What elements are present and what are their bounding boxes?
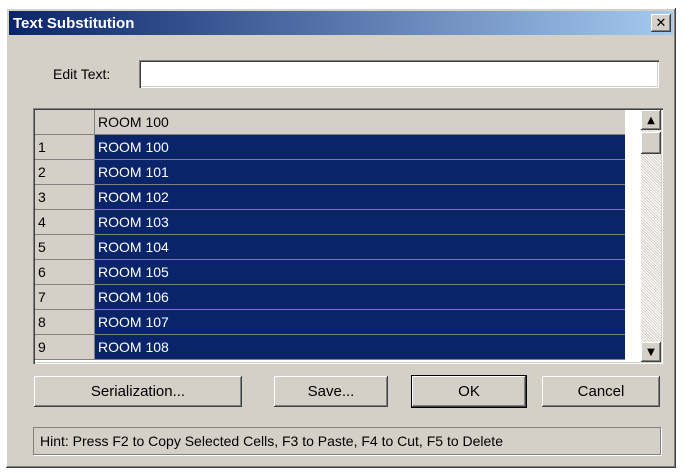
value-cell[interactable]: ROOM 100 (95, 135, 625, 159)
row-header-cell[interactable]: 1 (35, 135, 95, 159)
table-row[interactable]: 8 ROOM 107 (35, 310, 625, 335)
vertical-scrollbar[interactable]: ▲ ▼ (641, 110, 661, 362)
window-title: Text Substitution (13, 14, 135, 32)
save-button[interactable]: Save... (274, 376, 388, 407)
row-header-cell[interactable]: 4 (35, 210, 95, 234)
ok-button[interactable]: OK (412, 376, 526, 407)
row-header-cell[interactable]: 9 (35, 335, 95, 359)
table-row[interactable]: 7 ROOM 106 (35, 285, 625, 310)
value-cell[interactable]: ROOM 101 (95, 160, 625, 184)
title-bar[interactable]: Text Substitution ✕ (9, 11, 673, 35)
table-row[interactable]: 9 ROOM 108 (35, 335, 625, 360)
table-row[interactable]: 2 ROOM 101 (35, 160, 625, 185)
table-row[interactable]: 1 ROOM 100 (35, 135, 625, 160)
corner-header-cell[interactable] (35, 110, 95, 134)
scroll-down-button[interactable]: ▼ (641, 342, 661, 362)
table-row[interactable]: 4 ROOM 103 (35, 210, 625, 235)
value-cell[interactable]: ROOM 106 (95, 285, 625, 309)
row-header-cell[interactable]: 7 (35, 285, 95, 309)
table-row[interactable]: 6 ROOM 105 (35, 260, 625, 285)
arrow-up-icon: ▲ (647, 114, 655, 126)
row-header-cell[interactable]: 6 (35, 260, 95, 284)
row-header-cell[interactable]: 8 (35, 310, 95, 334)
table-row[interactable]: 3 ROOM 102 (35, 185, 625, 210)
value-cell[interactable]: ROOM 103 (95, 210, 625, 234)
row-header-cell[interactable]: 2 (35, 160, 95, 184)
row-header-cell[interactable]: 5 (35, 235, 95, 259)
value-cell[interactable]: ROOM 104 (95, 235, 625, 259)
value-cell[interactable]: ROOM 105 (95, 260, 625, 284)
hint-text: Hint: Press F2 to Copy Selected Cells, F… (33, 427, 661, 455)
column-header-cell[interactable]: ROOM 100 (95, 110, 625, 134)
text-substitution-dialog: Text Substitution ✕ Edit Text: ROOM 100 … (6, 8, 676, 468)
close-button[interactable]: ✕ (651, 14, 671, 32)
scroll-up-button[interactable]: ▲ (641, 110, 661, 130)
table-row[interactable]: 5 ROOM 104 (35, 235, 625, 260)
value-cell[interactable]: ROOM 102 (95, 185, 625, 209)
arrow-down-icon: ▼ (647, 346, 655, 358)
cancel-button[interactable]: Cancel (542, 376, 660, 407)
scroll-thumb[interactable] (641, 132, 661, 154)
edit-text-label: Edit Text: (53, 66, 111, 82)
serialization-button[interactable]: Serialization... (34, 376, 242, 407)
substitution-grid[interactable]: ROOM 100 1 ROOM 100 2 ROOM 101 3 ROOM 10… (33, 108, 663, 364)
value-cell[interactable]: ROOM 108 (95, 335, 625, 359)
close-icon: ✕ (655, 15, 667, 31)
edit-text-input[interactable] (139, 60, 659, 88)
row-header-cell[interactable]: 3 (35, 185, 95, 209)
grid-header-row: ROOM 100 (35, 110, 625, 135)
value-cell[interactable]: ROOM 107 (95, 310, 625, 334)
